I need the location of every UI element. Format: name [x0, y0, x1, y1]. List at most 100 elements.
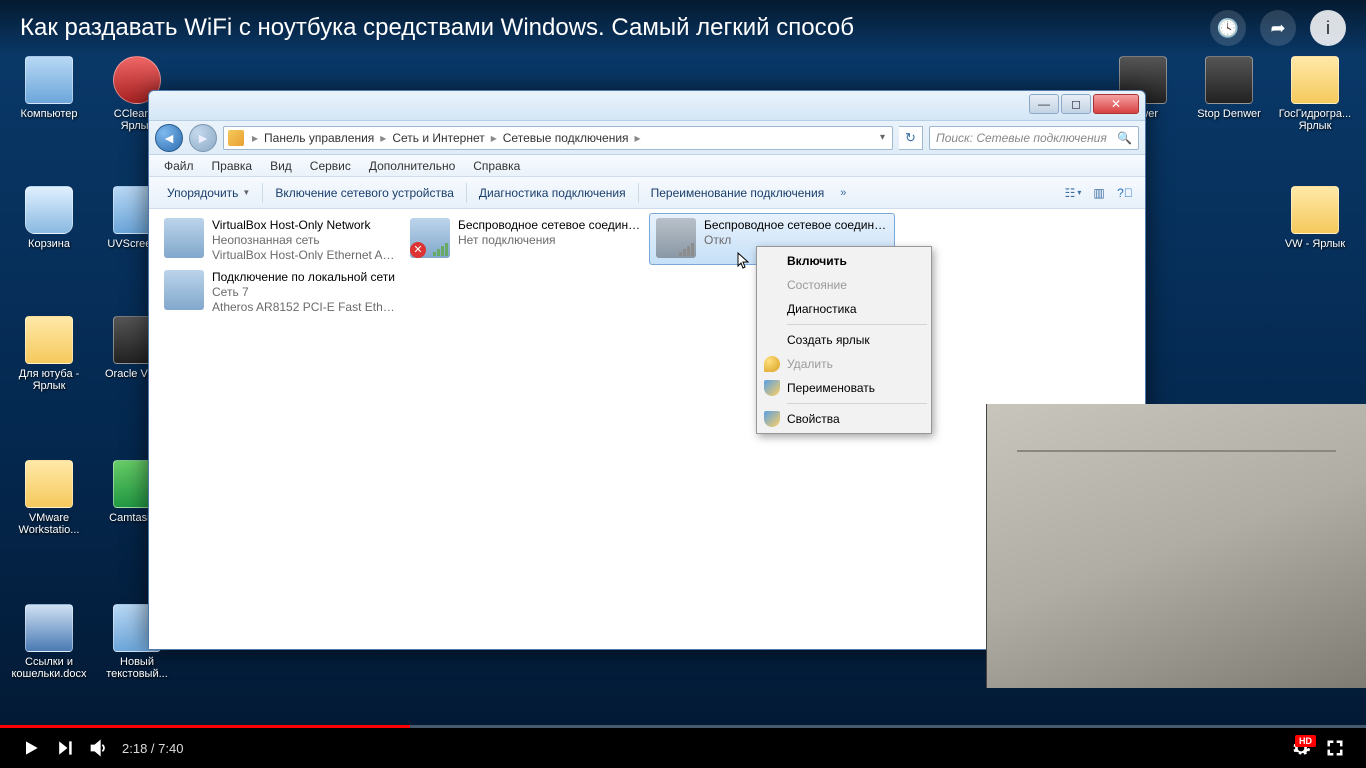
watch-later-button[interactable]: 🕓 [1210, 10, 1246, 46]
desktop-icon-vmware[interactable]: VMware Workstatio... [10, 460, 88, 536]
desktop-icon-goshydro[interactable]: ГосГидрогра... Ярлык [1276, 56, 1354, 132]
menu-tools[interactable]: Сервис [301, 157, 360, 175]
breadcrumb-part[interactable]: Панель управления [260, 131, 378, 145]
icon-label: Ссылки и кошельки.docx [10, 656, 88, 680]
address-bar: ◄ ► ▸ Панель управления ▸ Сеть и Интерне… [149, 121, 1145, 155]
toolbar: Упорядочить▼ Включение сетевого устройст… [149, 177, 1145, 209]
facecam-overlay [986, 404, 1366, 688]
view-mode-button[interactable]: ☷▾ [1061, 182, 1085, 204]
adapter-icon: ✕ [410, 218, 450, 258]
context-enable[interactable]: Включить [759, 249, 929, 273]
shield-icon [764, 356, 780, 372]
toolbar-rename[interactable]: Переименование подключения [641, 182, 835, 204]
menu-extra[interactable]: Дополнительно [360, 157, 464, 175]
toolbar-organize[interactable]: Упорядочить▼ [157, 182, 260, 204]
breadcrumb-part[interactable]: Сеть и Интернет [388, 131, 488, 145]
context-rename[interactable]: Переименовать [759, 376, 929, 400]
toolbar-enable[interactable]: Включение сетевого устройства [265, 182, 464, 204]
conn-title: VirtualBox Host-Only Network [212, 218, 396, 233]
shield-icon [764, 380, 780, 396]
conn-device: Atheros AR8152 PCI-E Fast Ethern... [212, 300, 396, 312]
titlebar[interactable]: — ◻ ✕ [149, 91, 1145, 121]
connection-item[interactable]: ✕ Беспроводное сетевое соединение Нет по… [403, 213, 649, 265]
close-button[interactable]: ✕ [1093, 94, 1139, 114]
context-diag[interactable]: Диагностика [759, 297, 929, 321]
conn-status: Неопознанная сеть [212, 233, 396, 248]
context-menu: Включить Состояние Диагностика Создать я… [756, 246, 932, 434]
divider [262, 183, 263, 203]
video-controls: 2:18 / 7:40 HD [0, 728, 1366, 768]
desktop-icon-computer[interactable]: Компьютер [10, 56, 88, 120]
progress-played [0, 725, 410, 728]
forward-button[interactable]: ► [189, 124, 217, 152]
desktop-icon-bin[interactable]: Корзина [10, 186, 88, 250]
disconnected-icon: ✕ [410, 242, 426, 258]
adapter-icon [164, 270, 204, 310]
conn-title: Беспроводное сетевое соединение [458, 218, 642, 233]
help-button[interactable]: ?⃝ [1113, 182, 1137, 204]
icon-label: VW - Ярлык [1276, 238, 1354, 250]
search-input[interactable]: Поиск: Сетевые подключения 🔍 [929, 126, 1139, 150]
breadcrumb[interactable]: ▸ Панель управления ▸ Сеть и Интернет ▸ … [223, 126, 893, 150]
conn-title: Подключение по локальной сети [212, 270, 396, 285]
play-button[interactable] [14, 731, 48, 765]
icon-label: Stop Denwer [1190, 108, 1268, 120]
conn-status: Нет подключения [458, 233, 642, 248]
desktop-icon-word[interactable]: Ссылки и кошельки.docx [10, 604, 88, 680]
hd-badge: HD [1295, 735, 1316, 747]
progress-bar[interactable] [0, 725, 1366, 728]
video-title: Как раздавать WiFi с ноутбука средствами… [20, 14, 854, 42]
settings-button[interactable]: HD [1284, 731, 1318, 765]
desktop-icon-folder[interactable]: Для ютуба - Ярлык [10, 316, 88, 392]
conn-title: Беспроводное сетевое соединение 2 [704, 218, 888, 233]
icon-label: Корзина [10, 238, 88, 250]
minimize-button[interactable]: — [1029, 94, 1059, 114]
menu-file[interactable]: Файл [155, 157, 203, 175]
adapter-icon [656, 218, 696, 258]
back-button[interactable]: ◄ [155, 124, 183, 152]
context-status: Состояние [759, 273, 929, 297]
preview-pane-button[interactable]: ▥ [1087, 182, 1111, 204]
icon-label: Компьютер [10, 108, 88, 120]
info-button[interactable]: i [1310, 10, 1346, 46]
maximize-button[interactable]: ◻ [1061, 94, 1091, 114]
fullscreen-button[interactable] [1318, 731, 1352, 765]
desktop-icon-stopdenwer[interactable]: Stop Denwer [1190, 56, 1268, 120]
divider [638, 183, 639, 203]
adapter-icon [164, 218, 204, 258]
menu-bar: Файл Правка Вид Сервис Дополнительно Спр… [149, 155, 1145, 177]
icon-label: VMware Workstatio... [10, 512, 88, 536]
breadcrumb-drop-icon[interactable]: ▾ [876, 132, 888, 143]
divider [466, 183, 467, 203]
shield-icon [764, 411, 780, 427]
connection-item[interactable]: VirtualBox Host-Only Network Неопознанна… [157, 213, 403, 265]
video-title-bar: Как раздавать WiFi с ноутбука средствами… [0, 0, 1366, 56]
icon-label: ГосГидрогра... Ярлык [1276, 108, 1354, 132]
volume-button[interactable] [82, 731, 116, 765]
context-delete: Удалить [759, 352, 929, 376]
menu-help[interactable]: Справка [464, 157, 529, 175]
separator [787, 324, 927, 325]
icon-label: Новый текстовый... [98, 656, 176, 680]
toolbar-diag[interactable]: Диагностика подключения [469, 182, 636, 204]
connection-item[interactable]: Подключение по локальной сети Сеть 7 Ath… [157, 265, 403, 317]
breadcrumb-icon [228, 130, 244, 146]
next-button[interactable] [48, 731, 82, 765]
context-props[interactable]: Свойства [759, 407, 929, 431]
separator [787, 403, 927, 404]
desktop: Компьютер Корзина Для ютуба - Ярлык VMwa… [0, 0, 1366, 728]
menu-view[interactable]: Вид [261, 157, 301, 175]
conn-status: Сеть 7 [212, 285, 396, 300]
context-shortcut[interactable]: Создать ярлык [759, 328, 929, 352]
toolbar-overflow-icon[interactable]: » [834, 187, 852, 199]
conn-device: VirtualBox Host-Only Ethernet Ad... [212, 248, 396, 260]
refresh-button[interactable]: ↻ [899, 126, 923, 150]
time-display: 2:18 / 7:40 [122, 741, 183, 756]
icon-label: Для ютуба - Ярлык [10, 368, 88, 392]
share-button[interactable]: ➦ [1260, 10, 1296, 46]
breadcrumb-part[interactable]: Сетевые подключения [499, 131, 633, 145]
menu-edit[interactable]: Правка [203, 157, 262, 175]
search-icon[interactable]: 🔍 [1117, 131, 1132, 145]
search-placeholder: Поиск: Сетевые подключения [936, 131, 1107, 145]
desktop-icon-vw[interactable]: VW - Ярлык [1276, 186, 1354, 250]
